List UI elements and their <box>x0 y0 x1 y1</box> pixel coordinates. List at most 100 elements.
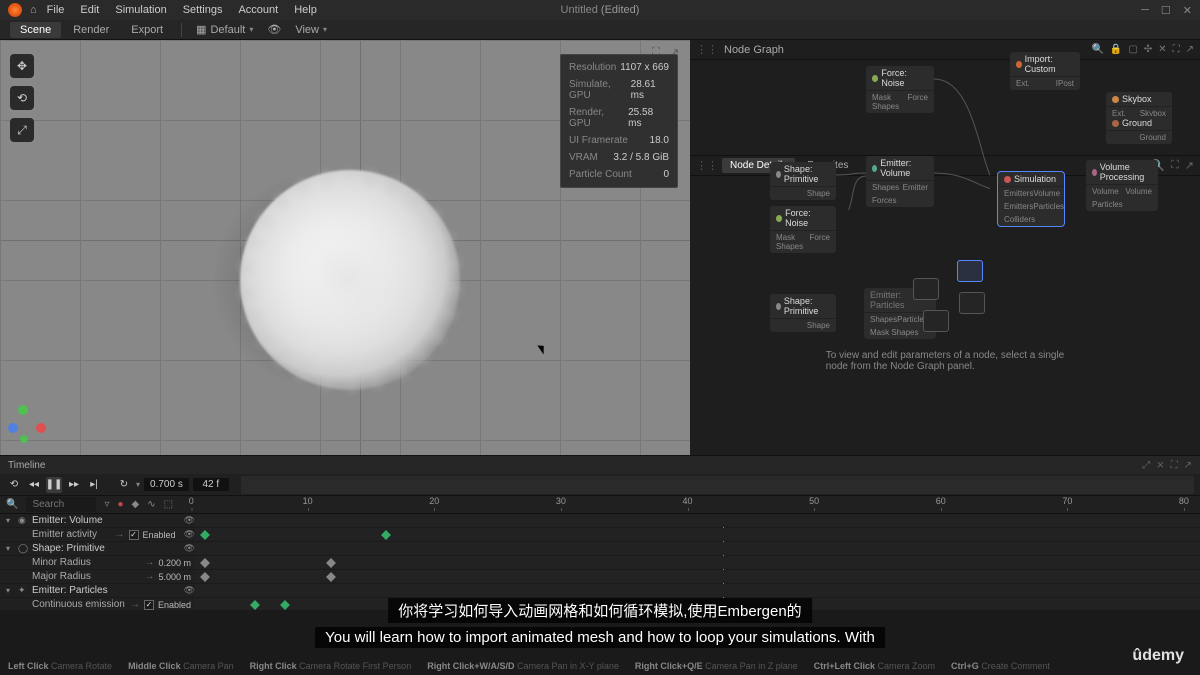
rewind-icon[interactable]: ⟲ <box>6 477 22 493</box>
frame-readout[interactable]: 42 f <box>193 478 229 491</box>
expand-icon[interactable]: ⛶ <box>1171 460 1178 471</box>
curve-icon[interactable]: ∿ <box>147 499 155 510</box>
scale-tool-icon[interactable]: ⤢ <box>10 118 34 142</box>
move-tool-icon[interactable]: ✥ <box>10 54 34 78</box>
track-row[interactable]: Major Radius → 5.000 m <box>0 570 1200 584</box>
track-row[interactable]: ▾ ◯ Shape: Primitive 👁 <box>0 542 1200 556</box>
close-icon[interactable]: ✕ <box>1183 4 1192 17</box>
skip-end-icon[interactable]: ▸| <box>86 477 102 493</box>
popout-icon[interactable]: ↗ <box>1185 159 1194 172</box>
menu-settings[interactable]: Settings <box>183 4 223 16</box>
node-shape-primitive-2[interactable]: Shape: Primitive Shape <box>770 294 836 332</box>
node-shape-primitive-1[interactable]: Shape: Primitive Shape <box>770 162 836 200</box>
minimize-icon[interactable]: ─ <box>1141 4 1149 17</box>
visibility-icon[interactable]: 👁 <box>184 543 195 554</box>
node-import[interactable]: Import: Custom Ext.IPost <box>1010 52 1080 90</box>
tick: 40 <box>683 496 693 506</box>
menu-edit[interactable]: Edit <box>80 4 99 16</box>
port: Mask Shapes <box>872 93 908 111</box>
tab-render[interactable]: Render <box>63 22 119 38</box>
eye-toggle[interactable]: 👁 <box>261 23 287 36</box>
keyframe[interactable] <box>326 558 336 568</box>
expand-icon[interactable]: ⛶ <box>1171 159 1179 172</box>
search-icon[interactable]: 🔍 <box>1091 44 1103 55</box>
snap-icon[interactable]: ⬚ <box>164 499 173 510</box>
menu-help[interactable]: Help <box>294 4 317 16</box>
focus-icon[interactable]: ✣ <box>1144 44 1152 55</box>
track-value: Enabled <box>158 600 195 610</box>
keyframe[interactable] <box>200 530 210 540</box>
collapse-icon[interactable]: ▾ <box>6 544 14 553</box>
view-menu[interactable]: View ▾ <box>289 24 333 36</box>
chevron-down-icon[interactable]: ▾ <box>136 480 140 489</box>
popout-icon[interactable]: ↗ <box>1184 460 1192 471</box>
node-volume-processing[interactable]: Volume Processing VolumeVolume Particles <box>1086 160 1158 211</box>
collapse-icon[interactable]: ▾ <box>6 516 14 525</box>
menu-file[interactable]: File <box>47 4 65 16</box>
track-value[interactable]: 0.200 m <box>158 558 195 568</box>
track-row[interactable]: ▾ ◉ Emitter: Volume 👁 <box>0 514 1200 528</box>
keyframe[interactable] <box>200 572 210 582</box>
track-row[interactable]: Minor Radius → 0.200 m <box>0 556 1200 570</box>
udemy-watermark: ûdemy <box>1132 647 1184 665</box>
node-emitter-volume[interactable]: Emitter: Volume ShapesEmitter Forces <box>866 156 934 207</box>
keyframe[interactable] <box>326 572 336 582</box>
link-icon[interactable]: → <box>130 599 140 610</box>
stat-label: Simulate, GPU <box>569 79 631 101</box>
record-icon[interactable]: ● <box>117 499 123 510</box>
node-ground[interactable]: Ground Ground <box>1106 116 1172 144</box>
keyframe[interactable] <box>250 600 260 610</box>
menu-simulation[interactable]: Simulation <box>115 4 166 16</box>
tab-export[interactable]: Export <box>121 22 173 38</box>
keyframe[interactable] <box>381 530 391 540</box>
drag-handle-icon[interactable]: ⋮⋮ <box>696 43 718 56</box>
home-icon[interactable]: ⌂ <box>30 4 37 16</box>
filter-icon[interactable]: ▿ <box>104 499 109 510</box>
expand-icon[interactable]: ⛶ <box>1173 44 1180 55</box>
tab-scene[interactable]: Scene <box>10 22 61 38</box>
search-input[interactable] <box>26 497 96 512</box>
lock-icon[interactable]: 🔒 <box>1110 44 1122 55</box>
keyframe[interactable] <box>280 600 290 610</box>
prev-frame-icon[interactable]: ◂◂ <box>26 477 42 493</box>
checkbox[interactable] <box>129 530 139 540</box>
close-icon[interactable]: ✕ <box>1158 44 1166 55</box>
timeline-scrubber[interactable] <box>241 476 1194 494</box>
node-force-noise-1[interactable]: Force: Noise Mask ShapesForce <box>866 66 934 113</box>
time-readout[interactable]: 0.700 s <box>144 478 189 491</box>
track-row[interactable]: Emitter activity → Enabled 👁 <box>0 528 1200 542</box>
viewport[interactable]: ✥ ⟲ ⤢ ⛶ ↗ Resolution1107 x 669 Simulate,… <box>0 40 690 455</box>
doc-edited: (Edited) <box>601 4 640 16</box>
axis-gizmo[interactable] <box>8 405 48 445</box>
visibility-icon[interactable]: 👁 <box>184 529 195 540</box>
search-icon: 🔍 <box>6 499 18 510</box>
pause-icon[interactable]: ❚❚ <box>46 477 62 493</box>
menu-account[interactable]: Account <box>238 4 278 16</box>
layout-icon: ▦ <box>196 23 206 36</box>
loop-icon[interactable]: ↻ <box>116 477 132 493</box>
maximize-icon[interactable]: ☐ <box>1161 4 1171 17</box>
rotate-tool-icon[interactable]: ⟲ <box>10 86 34 110</box>
collapse-icon[interactable]: ▾ <box>6 586 14 595</box>
node-force-noise-2[interactable]: Force: Noise Mask ShapesForce <box>770 206 836 253</box>
link-icon[interactable]: → <box>144 557 154 568</box>
visibility-icon[interactable]: 👁 <box>184 515 195 526</box>
collapse-icon[interactable]: ⤢ <box>1142 460 1150 471</box>
keyframe[interactable] <box>200 558 210 568</box>
popout-icon[interactable]: ↗ <box>1186 44 1194 55</box>
default-preset[interactable]: ▦ Default ▾ <box>190 23 259 36</box>
node-simulation[interactable]: Simulation EmittersVolume EmittersPartic… <box>998 172 1064 226</box>
box-icon[interactable]: ▢ <box>1128 44 1137 55</box>
clear-icon[interactable]: ⨯ <box>1156 460 1164 471</box>
link-icon[interactable]: → <box>144 571 154 582</box>
link-icon[interactable]: → <box>115 529 125 540</box>
drag-handle-icon[interactable]: ⋮⋮ <box>696 159 718 172</box>
track-value[interactable]: 5.000 m <box>158 572 195 582</box>
next-frame-icon[interactable]: ▸▸ <box>66 477 82 493</box>
stat-label: UI Framerate <box>569 135 628 146</box>
ruler[interactable]: 0 10 20 30 40 50 60 70 80 <box>181 494 1194 516</box>
visibility-icon[interactable]: 👁 <box>184 585 195 596</box>
key-icon[interactable]: ◆ <box>132 499 140 510</box>
checkbox[interactable] <box>144 600 154 610</box>
node-canvas[interactable]: Import: Custom Ext.IPost Force: Noise Ma… <box>690 60 1200 155</box>
